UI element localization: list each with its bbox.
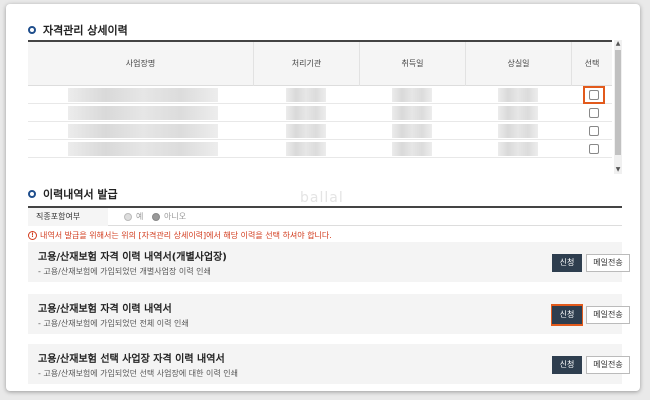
row-checkbox[interactable] bbox=[589, 126, 599, 136]
redacted-cell bbox=[498, 142, 538, 156]
radio-yes-label: 예 bbox=[136, 212, 144, 221]
email-send-button[interactable]: 메일전송 bbox=[586, 306, 630, 324]
row-checkbox[interactable] bbox=[589, 108, 599, 118]
redacted-cell bbox=[392, 124, 432, 138]
card-desc: - 고용/산재보험에 가입되었던 선택 사업장에 대한 이력 인쇄 bbox=[38, 369, 239, 378]
scroll-down-icon[interactable]: ▼ bbox=[614, 166, 622, 174]
section-bullet-icon bbox=[28, 26, 36, 34]
col-agency: 처리기관 bbox=[254, 42, 360, 86]
table-row bbox=[28, 122, 612, 140]
redacted-cell bbox=[286, 88, 326, 102]
col-acquired: 취득일 bbox=[360, 42, 466, 86]
table-row bbox=[28, 86, 612, 104]
scroll-up-icon[interactable]: ▲ bbox=[614, 40, 622, 48]
redacted-cell bbox=[286, 142, 326, 156]
redacted-cell bbox=[498, 88, 538, 102]
notice: ! 내역서 발급을 위해서는 위의 [자격관리 상세이력]에서 해당 이력을 선… bbox=[28, 230, 332, 241]
issue-section-title: 이력내역서 발급 bbox=[28, 186, 118, 202]
table-row bbox=[28, 104, 612, 122]
redacted-cell bbox=[68, 124, 218, 138]
redacted-cell bbox=[392, 142, 432, 156]
redacted-cell bbox=[498, 106, 538, 120]
apply-button[interactable]: 신청 bbox=[552, 306, 582, 324]
email-send-button[interactable]: 메일전송 bbox=[586, 356, 630, 374]
row-checkbox[interactable] bbox=[589, 90, 599, 100]
radio-yes[interactable] bbox=[124, 213, 132, 221]
scrollbar-thumb[interactable] bbox=[615, 50, 621, 155]
card-desc: - 고용/산재보험에 가입되었던 개별사업장 이력 인쇄 bbox=[38, 267, 211, 276]
redacted-cell bbox=[498, 124, 538, 138]
include-occupation-row: 직종포함여부 예 아니오 bbox=[28, 206, 622, 226]
redacted-cell bbox=[286, 124, 326, 138]
issue-card-individual: 고용/산재보험 자격 이력 내역서(개별사업장) - 고용/산재보험에 가입되었… bbox=[28, 242, 630, 282]
radio-no-label: 아니오 bbox=[164, 212, 187, 221]
history-table: 사업장명 처리기관 취득일 상실일 선택 ▲ ▼ bbox=[28, 40, 622, 174]
card-desc: - 고용/산재보험에 가입되었던 전체 이력 인쇄 bbox=[38, 319, 189, 328]
warning-icon: ! bbox=[28, 231, 37, 240]
table-header: 사업장명 처리기관 취득일 상실일 선택 bbox=[28, 40, 612, 86]
row-checkbox[interactable] bbox=[589, 144, 599, 154]
history-section-title: 자격관리 상세이력 bbox=[28, 22, 128, 38]
redacted-cell bbox=[68, 106, 218, 120]
redacted-cell bbox=[286, 106, 326, 120]
notice-text: 내역서 발급을 위해서는 위의 [자격관리 상세이력]에서 해당 이력을 선택 … bbox=[40, 231, 332, 240]
card-title: 고용/산재보험 자격 이력 내역서(개별사업장) bbox=[38, 252, 227, 263]
redacted-cell bbox=[68, 142, 218, 156]
issue-card-all: 고용/산재보험 자격 이력 내역서 - 고용/산재보험에 가입되었던 전체 이력… bbox=[28, 294, 630, 334]
col-select: 선택 bbox=[584, 59, 600, 68]
card-title: 고용/산재보험 자격 이력 내역서 bbox=[38, 304, 172, 315]
table-row bbox=[28, 140, 612, 158]
table-scrollbar[interactable]: ▲ ▼ bbox=[614, 40, 622, 174]
window-frame: 자격관리 상세이력 사업장명 처리기관 취득일 상실일 선택 ▲ ▼ 이력내역서… bbox=[6, 4, 640, 391]
apply-button[interactable]: 신청 bbox=[552, 254, 582, 272]
watermark: ballal bbox=[300, 190, 344, 206]
radio-no[interactable] bbox=[152, 213, 160, 221]
history-title: 자격관리 상세이력 bbox=[43, 24, 128, 37]
col-workplace: 사업장명 bbox=[28, 42, 254, 86]
redacted-cell bbox=[392, 88, 432, 102]
section-bullet-icon bbox=[28, 190, 36, 198]
email-send-button[interactable]: 메일전송 bbox=[586, 254, 630, 272]
col-lost: 상실일 bbox=[466, 42, 572, 86]
apply-button[interactable]: 신청 bbox=[552, 356, 582, 374]
redacted-cell bbox=[68, 88, 218, 102]
card-title: 고용/산재보험 선택 사업장 자격 이력 내역서 bbox=[38, 354, 225, 365]
issue-title: 이력내역서 발급 bbox=[43, 188, 118, 201]
include-occupation-label: 직종포함여부 bbox=[28, 208, 108, 226]
redacted-cell bbox=[392, 106, 432, 120]
issue-card-selected: 고용/산재보험 선택 사업장 자격 이력 내역서 - 고용/산재보험에 가입되었… bbox=[28, 344, 630, 384]
